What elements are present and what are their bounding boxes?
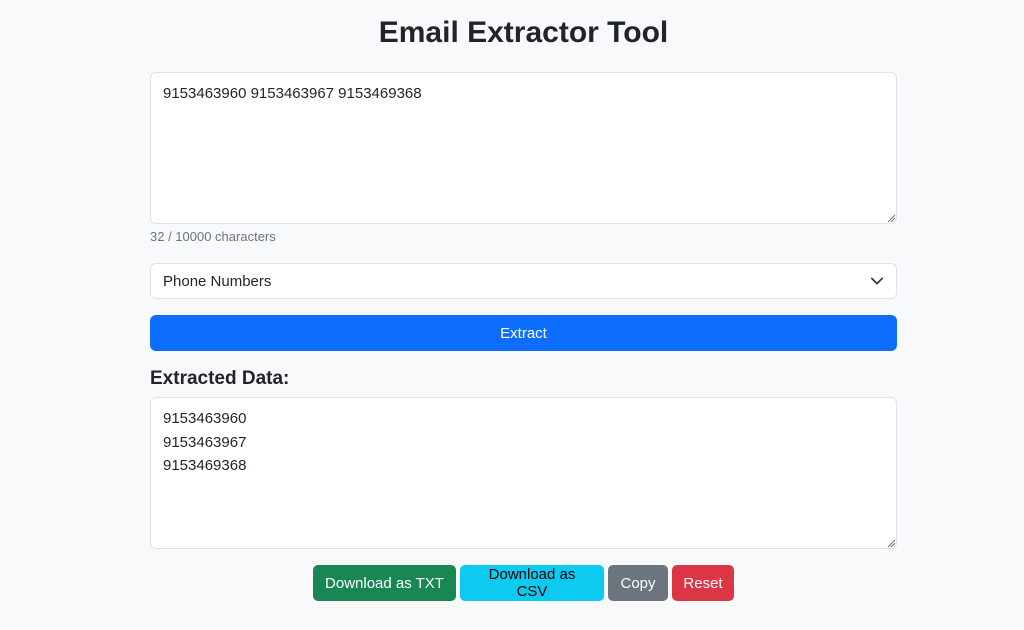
output-textarea[interactable]: 9153463960 9153463967 9153469368	[150, 397, 897, 549]
download-txt-button[interactable]: Download as TXT	[313, 565, 456, 601]
page-title: Email Extractor Tool	[378, 16, 669, 49]
action-buttons: Download as TXT Download as CSV Copy Res…	[313, 565, 734, 601]
copy-button[interactable]: Copy	[608, 565, 668, 601]
download-csv-button[interactable]: Download as CSV	[460, 565, 604, 601]
chevron-down-icon	[870, 277, 884, 285]
extract-button[interactable]: Extract	[150, 315, 897, 351]
select-value: Phone Numbers	[163, 272, 272, 290]
input-textarea[interactable]: 9153463960 9153463967 9153469368	[150, 72, 897, 224]
extraction-type-select[interactable]: Phone Numbers	[150, 263, 897, 299]
extracted-data-label: Extracted Data:	[150, 368, 290, 389]
reset-button[interactable]: Reset	[672, 565, 734, 601]
character-count: 32 / 10000 characters	[150, 229, 276, 244]
